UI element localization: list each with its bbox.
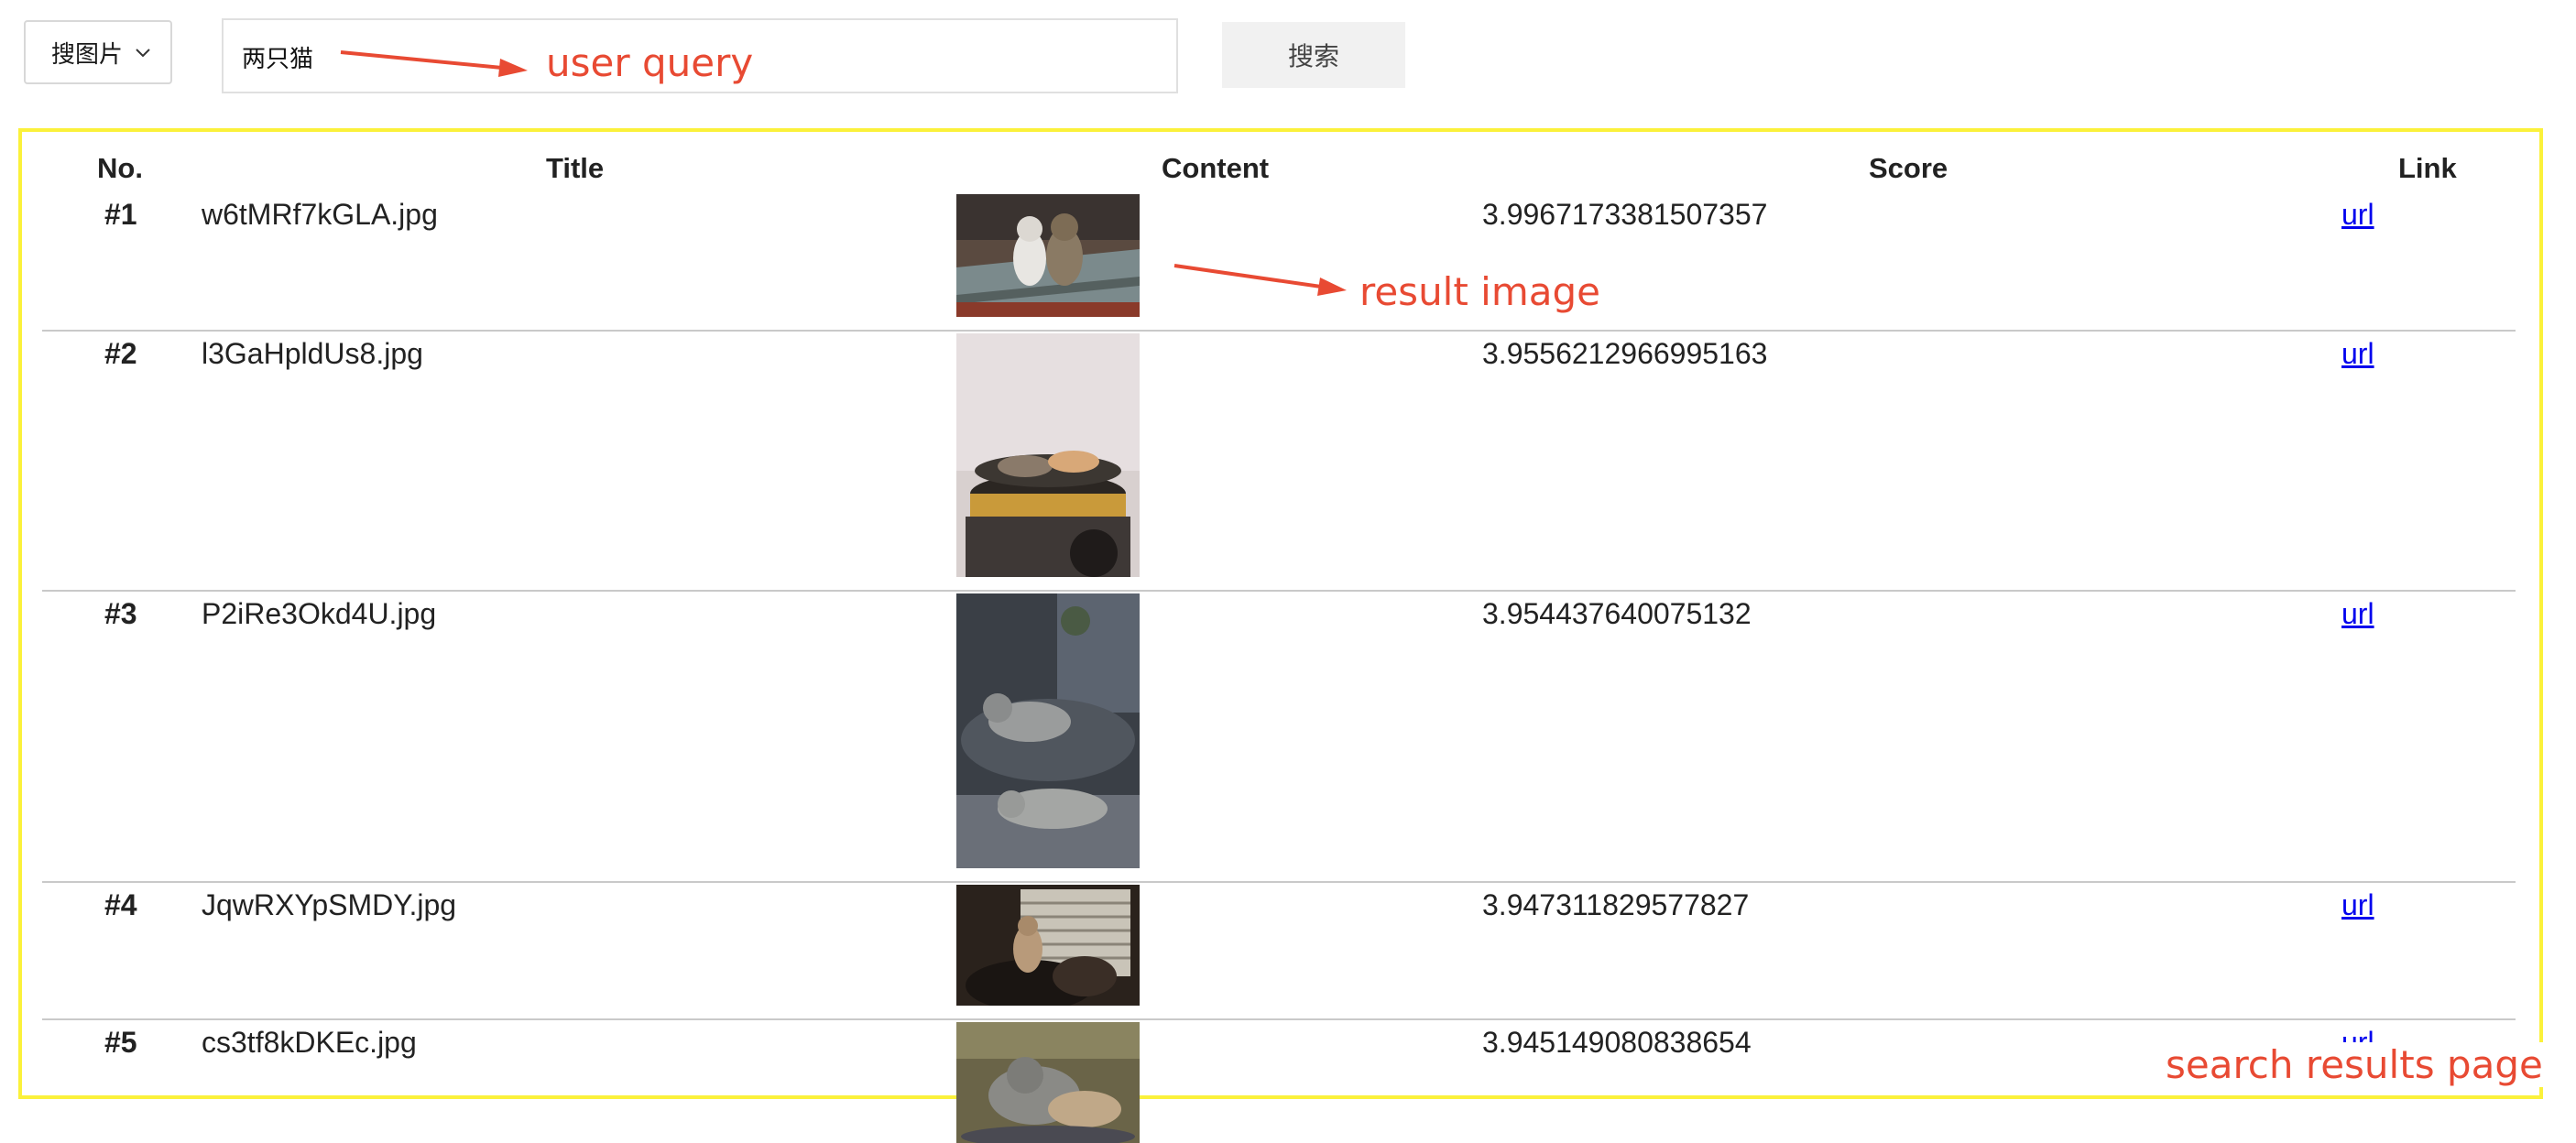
search-type-select[interactable]: 搜图片 bbox=[24, 20, 172, 84]
row-title: P2iRe3Okd4U.jpg bbox=[202, 597, 437, 630]
result-image[interactable] bbox=[956, 333, 1140, 577]
row-score: 3.9967173381507357 bbox=[1482, 198, 1768, 231]
row-number: #2 bbox=[104, 337, 137, 370]
row-title: JqwRXYpSMDY.jpg bbox=[202, 888, 457, 921]
row-link[interactable]: url bbox=[2341, 888, 2374, 922]
row-link[interactable]: url bbox=[2341, 337, 2374, 371]
annotation-results-page: search results page bbox=[2166, 1042, 2543, 1087]
search-type-value: 搜图片 bbox=[51, 39, 124, 68]
row-score: 3.945149080838654 bbox=[1482, 1026, 1752, 1059]
row-divider bbox=[42, 1018, 2516, 1020]
row-title: w6tMRf7kGLA.jpg bbox=[202, 198, 438, 231]
row-score: 3.9556212966995163 bbox=[1482, 337, 1768, 370]
row-score: 3.954437640075132 bbox=[1482, 597, 1752, 630]
header-title: Title bbox=[546, 152, 605, 184]
row-divider bbox=[42, 590, 2516, 592]
row-number: #3 bbox=[104, 597, 137, 630]
header-no: No. bbox=[97, 152, 143, 184]
row-score: 3.947311829577827 bbox=[1482, 888, 1750, 921]
header-score: Score bbox=[1869, 152, 1948, 184]
row-divider bbox=[42, 881, 2516, 883]
row-title: cs3tf8kDKEc.jpg bbox=[202, 1026, 417, 1059]
row-number: #4 bbox=[104, 888, 137, 921]
search-input-value: 两只猫 bbox=[242, 45, 314, 72]
result-image[interactable] bbox=[956, 1022, 1140, 1143]
row-link[interactable]: url bbox=[2341, 198, 2374, 232]
search-button[interactable]: 搜索 bbox=[1222, 22, 1405, 88]
row-number: #1 bbox=[104, 198, 137, 231]
row-divider bbox=[42, 330, 2516, 332]
annotation-user-query: user query bbox=[546, 40, 754, 85]
header-link: Link bbox=[2398, 152, 2457, 184]
result-image[interactable] bbox=[956, 593, 1140, 868]
row-number: #5 bbox=[104, 1026, 137, 1059]
result-image[interactable] bbox=[956, 194, 1140, 317]
row-title: l3GaHpldUs8.jpg bbox=[202, 337, 423, 370]
row-link[interactable]: url bbox=[2341, 597, 2374, 631]
chevron-down-icon bbox=[134, 44, 152, 65]
result-image[interactable] bbox=[956, 885, 1140, 1006]
header-content: Content bbox=[1162, 152, 1270, 184]
